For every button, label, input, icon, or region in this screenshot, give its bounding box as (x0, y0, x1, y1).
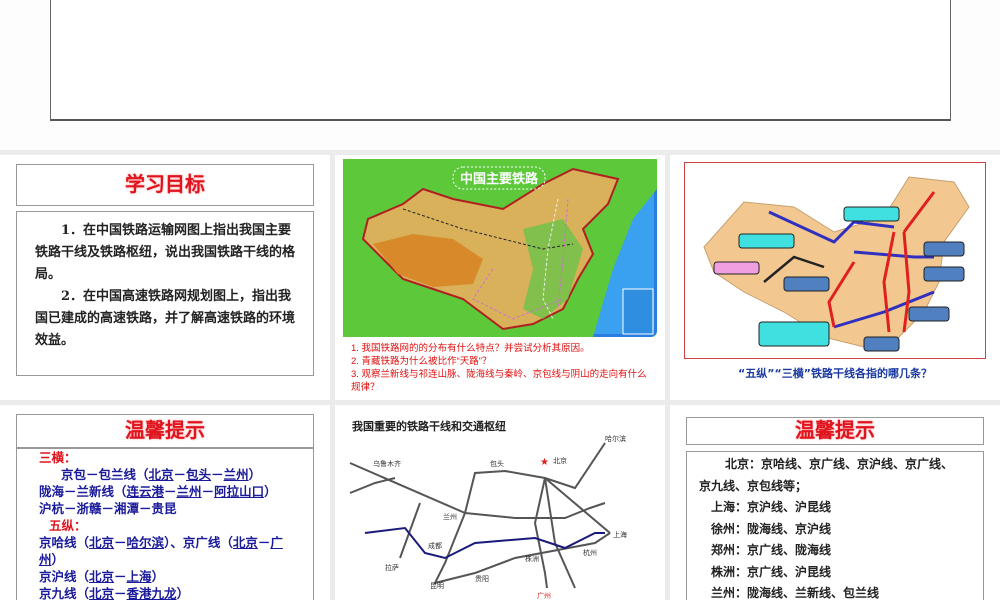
city-label: 北京 (553, 456, 567, 465)
previous-slide-textbox[interactable] (50, 0, 951, 121)
previous-slide-area (0, 0, 1000, 150)
city-link[interactable]: 北京 (89, 535, 114, 550)
city-link[interactable]: 香港九龙 (127, 586, 177, 600)
slide-title: 学习目标 (16, 164, 314, 206)
hub-line: 郑州：京广线、陇海线 (711, 543, 832, 557)
map-title: 中国主要铁路 (460, 171, 539, 187)
slide-title: 温馨提示 (16, 414, 314, 448)
slide-tips-lines[interactable]: 温馨提示 三横： 京包－包兰线（北京－包头－兰州） 陇海－兰新线（连云港－兰州－… (0, 405, 330, 600)
slide-railway-map[interactable]: 中国主要铁路 1. 我国铁路网的的分布有什么特点？并尝试分析其原因。 2. 青藏… (335, 155, 665, 400)
city-link[interactable]: 兰州 (224, 467, 249, 482)
city-link[interactable]: 阿拉山口 (214, 484, 264, 499)
city-label: 昆明 (430, 582, 444, 590)
city-label: 拉萨 (385, 563, 399, 572)
hub-line: 北京：京哈线、京广线、京沪线、京广线、 京九线、京包线等； (699, 457, 972, 493)
city-label: 贵阳 (475, 574, 489, 583)
paren: ） (176, 586, 190, 600)
city-link[interactable]: 上海 (127, 569, 152, 584)
city-label: 杭州 (583, 548, 597, 557)
hubs-map: ★ 北京 上海 兰州 成都 昆明 贵阳 广州 株洲 杭州 拉萨 哈尔滨 包头 乌… (349, 434, 627, 600)
city-link[interactable]: 北京 (149, 467, 174, 482)
slide-tips-hubs[interactable]: 温馨提示 北京：京哈线、京广线、京沪线、京广线、 京九线、京包线等； 上海：京沪… (670, 405, 1000, 600)
question-item: 2. 青藏铁路为什么被比作“天路”？ (351, 356, 492, 367)
city-link[interactable]: 兰州 (177, 484, 202, 499)
hub-line: 兰州：陇海线、兰新线、包兰线 (711, 586, 880, 600)
paren: ） (248, 467, 262, 482)
paren: ） (151, 569, 165, 584)
question-item: 3. 观察兰新线与祁连山脉、陇海线与秦岭、京包线与阴山的走向有什么规律？ (351, 369, 647, 393)
city-label: 上海 (613, 530, 627, 539)
city-label: 包头 (490, 459, 504, 468)
city-label: 乌鲁木齐 (373, 459, 401, 468)
paren: ） (264, 484, 277, 499)
slide-caption: “五纵”“三横”铁路干线各指的哪几条？ (738, 367, 932, 380)
city-link[interactable]: 北京 (89, 569, 114, 584)
city-label: 成都 (428, 541, 442, 550)
city-label: 哈尔滨 (605, 434, 626, 443)
city-link[interactable]: 北京 (233, 535, 258, 550)
line-name: 京哈线（ (39, 535, 90, 550)
city-link[interactable]: 连云港 (127, 484, 165, 499)
city-label: 广州 (537, 591, 551, 600)
city-label: 株洲 (525, 554, 539, 563)
paren: ） (51, 552, 65, 567)
map-title: 我国重要的铁路干线和交通枢纽 (352, 420, 506, 433)
line-name: ）、京广线（ (164, 535, 233, 550)
slide-title: 温馨提示 (686, 417, 984, 445)
hub-line: 株洲：京广线、沪昆线 (711, 564, 832, 579)
trunk-lines-map (684, 162, 986, 359)
city-link[interactable]: 北京 (89, 586, 114, 600)
line-name: 京沪线（ (39, 569, 90, 584)
zong-label: 五纵： (49, 518, 87, 533)
line-name: 京包－包兰线（ (61, 467, 149, 482)
hub-line: 上海：京沪线、沪昆线 (711, 500, 832, 514)
city-link[interactable]: 包头 (186, 467, 211, 482)
svg-text:★: ★ (540, 457, 549, 468)
goal-item: 1．在中国铁路运输网图上指出我国主要铁路干线及铁路枢纽，说出我国铁路干线的格局。 (35, 223, 296, 282)
city-label: 兰州 (443, 512, 457, 521)
city-link[interactable]: 哈尔滨 (127, 535, 165, 550)
question-item: 1. 我国铁路网的的分布有什么特点？并尝试分析其原因。 (351, 343, 590, 354)
slide-five-three-lines[interactable]: “五纵”“三横”铁路干线各指的哪几条？ (670, 155, 1000, 400)
hub-line: 徐州：陇海线、京沪线 (711, 521, 832, 536)
slide-learning-goals[interactable]: 学习目标 1．在中国铁路运输网图上指出我国主要铁路干线及铁路枢纽，说出我国铁路干… (0, 155, 330, 400)
china-railway-map: 中国主要铁路 (343, 159, 657, 337)
heng-label: 三横： (39, 450, 77, 465)
slide-hubs-map[interactable]: 我国重要的铁路干线和交通枢纽 ★ 北京 上海 兰州 成都 昆明 贵阳 广州 株洲… (335, 405, 665, 600)
line-name: 京九线（ (39, 586, 90, 600)
line-name: 陇海－兰新线（ (39, 484, 127, 499)
line-name: 沪杭－浙赣－湘潭－贵昆 (39, 501, 177, 516)
goal-item: 2．在中国高速铁路网规划图上，指出我国已建成的高速铁路，并了解高速铁路的环境效益… (35, 289, 296, 348)
